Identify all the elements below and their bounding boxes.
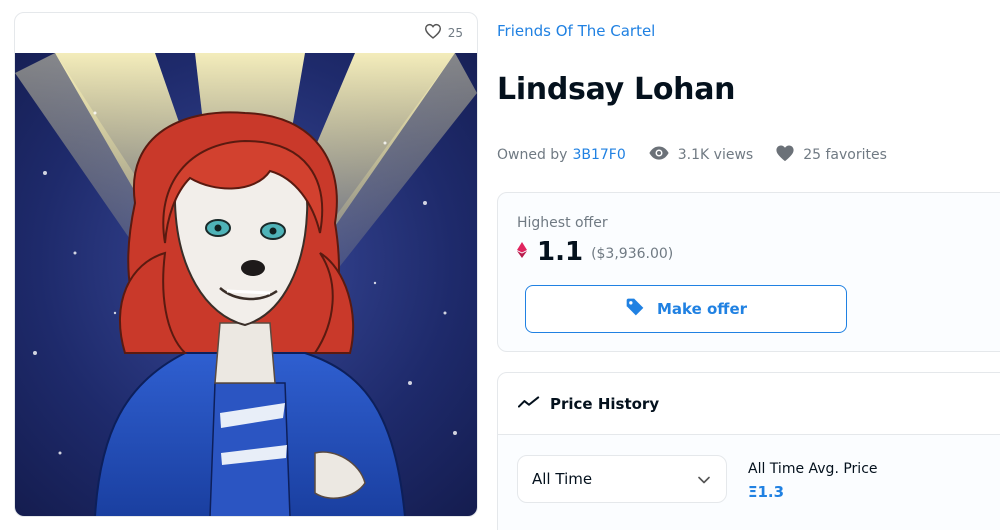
owned-by-label: Owned by — [497, 147, 568, 163]
item-media-card: 25 — [14, 12, 478, 517]
price-history-title: Price History — [550, 394, 660, 413]
offer-panel: Highest offer 1.1 ($3,936.00) Make offer — [497, 192, 1000, 352]
price-history-panel: Price History All Time All Time Avg. Pri… — [497, 372, 1000, 530]
highest-offer-label: Highest offer — [517, 215, 608, 231]
offer-usd: ($3,936.00) — [591, 246, 674, 262]
card-favorite-bar: 25 — [15, 13, 477, 53]
trend-line-icon — [517, 394, 540, 413]
price-history-header[interactable]: Price History — [498, 373, 1000, 435]
offer-price: 1.1 — [537, 237, 584, 267]
make-offer-label: Make offer — [656, 300, 748, 318]
item-artwork[interactable] — [15, 53, 477, 517]
avg-price-label: All Time Avg. Price — [748, 461, 878, 477]
eye-icon — [648, 146, 670, 164]
avg-price-value: Ξ1.3 — [748, 483, 785, 501]
item-title: Lindsay Lohan — [497, 72, 736, 107]
time-range-value: All Time — [532, 470, 593, 488]
collection-link[interactable]: Friends Of The Cartel — [497, 22, 655, 40]
item-meta-row: Owned by 3B17F0 3.1K views 25 favorites — [497, 144, 887, 166]
time-range-select[interactable]: All Time — [517, 455, 727, 503]
offer-price-row: 1.1 ($3,936.00) — [517, 237, 673, 267]
heart-filled-icon — [775, 144, 795, 166]
owner-link[interactable]: 3B17F0 — [572, 147, 625, 163]
views-stat: 3.1K views — [648, 146, 753, 164]
eth-icon — [517, 242, 527, 262]
favorites-count: 25 favorites — [803, 147, 887, 163]
heart-outline-icon[interactable] — [424, 23, 442, 43]
favorites-stat: 25 favorites — [775, 144, 887, 166]
favorite-count: 25 — [447, 26, 463, 40]
chevron-down-icon — [698, 470, 710, 488]
make-offer-button[interactable]: Make offer — [525, 285, 847, 333]
views-count: 3.1K views — [677, 147, 754, 163]
tag-icon — [625, 297, 645, 321]
price-history-body: All Time All Time Avg. Price Ξ1.3 — [498, 435, 1000, 530]
